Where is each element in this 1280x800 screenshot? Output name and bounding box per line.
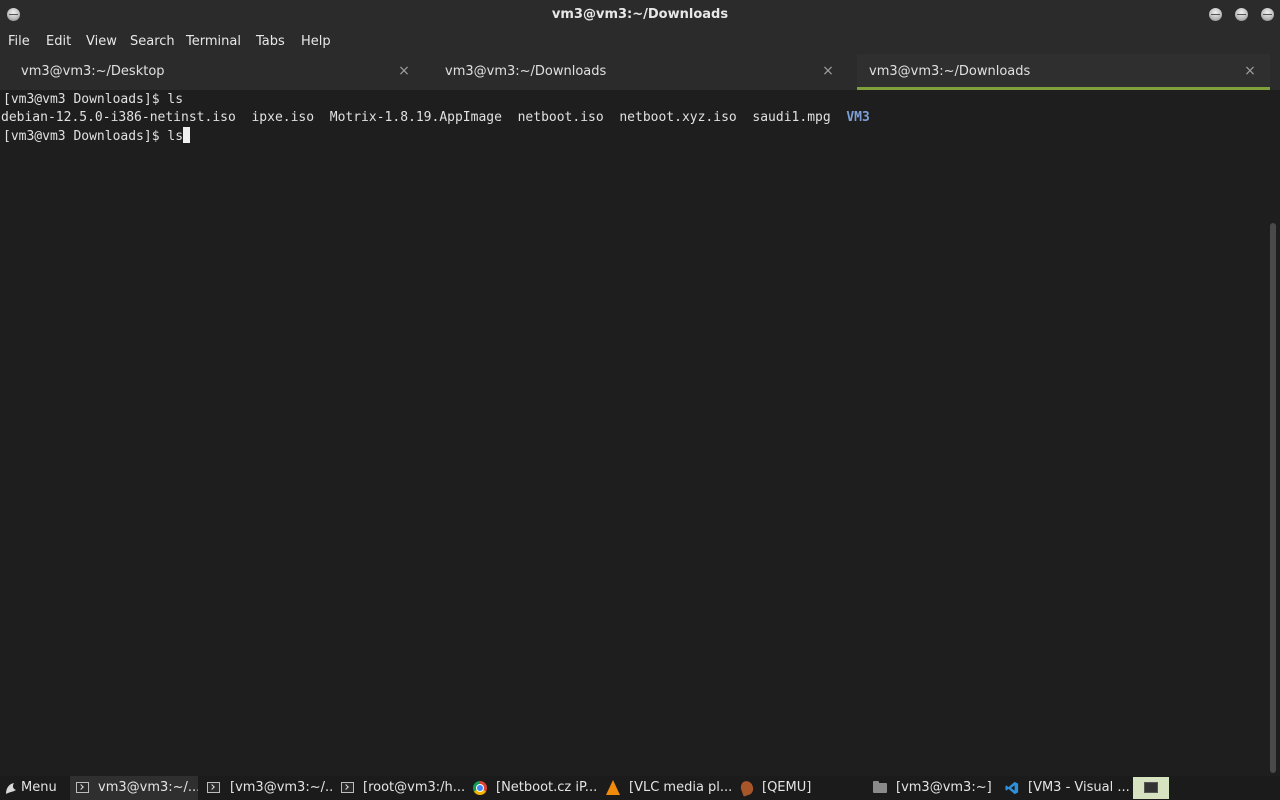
menu-tabs[interactable]: Tabs: [256, 30, 285, 54]
command: ls: [167, 129, 184, 144]
vscode-icon: [1005, 781, 1019, 795]
taskbar-item-label: [VLC media pl...: [629, 780, 733, 795]
file-entry: ipxe.iso: [251, 110, 315, 125]
file-entry: netboot.xyz.iso: [619, 110, 737, 125]
taskbar-item-label: [QEMU]: [762, 780, 812, 795]
tab-label: vm3@vm3:~/Desktop: [21, 64, 165, 79]
tab-downloads-active[interactable]: vm3@vm3:~/Downloads ×: [857, 54, 1270, 90]
file-entry: debian-12.5.0-i386-netinst.iso: [1, 110, 236, 125]
window-title: vm3@vm3:~/Downloads: [551, 7, 729, 22]
taskbar-item[interactable]: [VM3 - Visual ...: [1001, 776, 1129, 800]
file-entry: Motrix-1.8.19.AppImage: [329, 110, 502, 125]
menu-terminal[interactable]: Terminal: [186, 30, 241, 54]
tab-desktop[interactable]: vm3@vm3:~/Desktop ×: [0, 54, 424, 90]
menu-help[interactable]: Help: [301, 30, 331, 54]
folder-icon: [873, 781, 887, 793]
terminal-window: vm3@vm3:~/Downloads File Edit View Searc…: [0, 0, 1280, 776]
taskbar-item[interactable]: [Netboot.cz iP...: [470, 776, 600, 800]
taskbar-item[interactable]: [root@vm3:/h...: [336, 776, 466, 800]
chrome-icon: [473, 781, 487, 795]
title-bar[interactable]: vm3@vm3:~/Downloads: [0, 0, 1280, 30]
taskbar-item-label: [vm3@vm3:~/...: [230, 780, 332, 795]
terminal-line: debian-12.5.0-i386-netinst.iso ipxe.iso …: [1, 109, 870, 127]
taskbar-item[interactable]: vm3@vm3:~/...: [70, 776, 198, 800]
terminal-output[interactable]: [vm3@vm3 Downloads]$ ls debian-12.5.0-i3…: [0, 90, 1268, 776]
terminal-icon: [1144, 782, 1158, 793]
terminal-line: [vm3@vm3 Downloads]$ ls: [3, 127, 191, 145]
prompt: [vm3@vm3 Downloads]$: [3, 129, 168, 144]
prompt: [vm3@vm3 Downloads]$: [3, 92, 168, 107]
menu-view[interactable]: View: [86, 30, 117, 54]
tab-downloads[interactable]: vm3@vm3:~/Downloads ×: [424, 54, 848, 90]
terminal-line: [vm3@vm3 Downloads]$ ls: [3, 91, 183, 109]
qemu-icon: [738, 779, 756, 797]
close-button[interactable]: [1261, 8, 1274, 21]
file-entry: saudi1.mpg: [752, 110, 831, 125]
scrollbar-thumb[interactable]: [1270, 223, 1276, 773]
tab-bar: vm3@vm3:~/Desktop × vm3@vm3:~/Downloads …: [0, 54, 1280, 90]
taskbar-item-label: vm3@vm3:~/...: [98, 780, 198, 795]
taskbar-item[interactable]: [VLC media pl...: [603, 776, 733, 800]
start-menu-button[interactable]: Menu: [0, 776, 66, 800]
vlc-icon: [606, 780, 620, 795]
command: ls: [167, 92, 184, 107]
taskbar-item-label: [root@vm3:/h...: [363, 780, 466, 795]
taskbar-item-label: [VM3 - Visual ...: [1028, 780, 1129, 795]
menu-bar: File Edit View Search Terminal Tabs Help: [0, 30, 1280, 54]
taskbar-item[interactable]: [QEMU]: [736, 776, 866, 800]
terminal-icon: [76, 782, 89, 793]
menu-search[interactable]: Search: [130, 30, 175, 54]
taskbar-item-label: [vm3@vm3:~]: [896, 780, 992, 795]
terminal-icon: [341, 782, 354, 793]
taskbar-item[interactable]: [vm3@vm3:~]: [869, 776, 997, 800]
taskbar-item[interactable]: [vm3@vm3:~/...: [202, 776, 332, 800]
tab-close-icon[interactable]: ×: [822, 64, 834, 78]
menu-label: Menu: [21, 780, 57, 795]
taskbar: Menu vm3@vm3:~/... [vm3@vm3:~/... [root@…: [0, 776, 1280, 800]
text-cursor: [183, 127, 191, 143]
maximize-button[interactable]: [1235, 8, 1248, 21]
tab-label: vm3@vm3:~/Downloads: [869, 64, 1031, 79]
menu-edit[interactable]: Edit: [46, 30, 71, 54]
tab-close-icon[interactable]: ×: [398, 64, 410, 78]
tab-close-icon[interactable]: ×: [1244, 64, 1256, 78]
file-entry: netboot.iso: [517, 110, 604, 125]
show-terminal-button[interactable]: [1133, 777, 1169, 799]
tab-label: vm3@vm3:~/Downloads: [445, 64, 607, 79]
menu-logo-icon: [6, 783, 16, 794]
terminal-icon: [207, 782, 220, 793]
directory-entry: VM3: [846, 110, 870, 125]
minimize-button[interactable]: [1209, 8, 1222, 21]
taskbar-item-label: [Netboot.cz iP...: [496, 780, 598, 795]
menu-file[interactable]: File: [8, 30, 30, 54]
scrollbar[interactable]: [1268, 90, 1280, 776]
